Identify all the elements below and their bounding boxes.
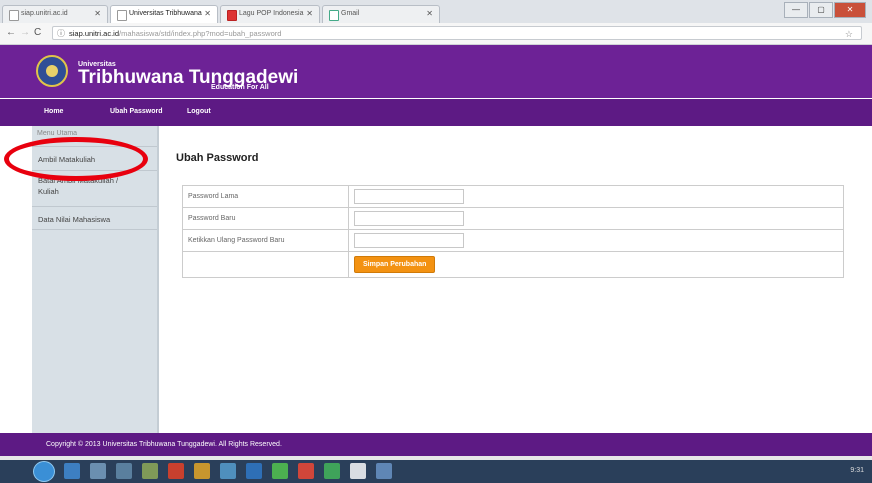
page-icon [9,10,19,21]
page-icon [117,10,127,21]
form-row: Password Baru [182,207,844,230]
form-row: Ketikkan Ulang Password Baru [182,229,844,252]
form-cell: Simpan Perubahan [348,251,844,278]
sidebar-item-data-nilai[interactable]: Data Nilai Mahasiswa [32,206,157,230]
start-button[interactable] [33,461,55,482]
site-tagline: Education For All [211,84,269,91]
taskbar-app-icon[interactable] [116,463,132,479]
tab-title: Universitas Tribhuwana [129,10,202,17]
taskbar-app-icon[interactable] [168,463,184,479]
site-footer: Copyright © 2013 Universitas Tribhuwana … [0,433,872,456]
taskbar-app-icon[interactable] [220,463,236,479]
reload-icon[interactable]: C [34,27,41,38]
close-icon[interactable]: ✕ [426,9,433,18]
browser-tab-3[interactable]: Lagu POP Indonesia ✕ [220,5,320,23]
taskbar-app-icon[interactable] [324,463,340,479]
sidebar-item-label: Data Nilai Mahasiswa [38,215,111,224]
close-window-button[interactable]: ✕ [834,2,866,18]
form-row: Simpan Perubahan [182,251,844,278]
new-password-label: Password Baru [182,207,349,230]
new-password-input[interactable] [354,211,464,226]
tab-title: Lagu POP Indonesia [239,10,304,17]
sidebar-title: Menu Utama [37,130,78,137]
copyright-text: Copyright © 2013 Universitas Tribhuwana … [46,441,282,448]
windows-taskbar: 9:31 [0,460,872,483]
chrome-icon[interactable] [272,463,288,479]
browser-tab-bar: siap.unitri.ac.id ✕ Universitas Tribhuwa… [0,0,872,23]
close-icon[interactable]: ✕ [204,9,211,18]
form-row: Password Lama [182,185,844,208]
taskbar-app-icon[interactable] [194,463,210,479]
change-password-form: Password Lama Password Baru Ketikkan Ula… [182,185,844,278]
close-icon[interactable]: ✕ [306,9,313,18]
url-field[interactable]: ⓘ siap.unitri.ac.id/mahasiswa/std/index.… [52,26,862,40]
page-title: Ubah Password [176,152,259,164]
minimize-button[interactable]: — [784,2,808,18]
system-clock[interactable]: 9:31 [850,467,864,474]
browser-tab-4[interactable]: Gmail ✕ [322,5,440,23]
empty-cell [182,251,349,278]
site-header: Universitas Tribhuwana Tunggadewi Educat… [0,45,872,98]
ie-icon[interactable] [64,463,80,479]
nav-ubah-password[interactable]: Ubah Password [110,108,163,115]
old-password-label: Password Lama [182,185,349,208]
url-path: /mahasiswa/std/index.php?mod=ubah_passwo… [119,29,282,38]
taskbar-app-icon[interactable] [246,463,262,479]
explorer-icon[interactable] [90,463,106,479]
form-cell [348,185,844,208]
confirm-password-input[interactable] [354,233,464,248]
close-icon[interactable]: ✕ [94,9,101,18]
taskbar-app-icon[interactable] [350,463,366,479]
url-domain: siap.unitri.ac.id [69,29,120,38]
site-nav: Home Ubah Password Logout [0,99,872,126]
red-highlight-circle [4,137,148,181]
browser-tab-2[interactable]: Universitas Tribhuwana ✕ [110,5,218,23]
tab-title: Gmail [341,10,360,17]
taskbar-app-icon[interactable] [298,463,314,479]
old-password-input[interactable] [354,189,464,204]
google-icon [329,10,339,21]
browser-tab-1[interactable]: siap.unitri.ac.id ✕ [2,5,108,23]
youtube-icon [227,10,237,21]
taskbar-app-icon[interactable] [142,463,158,479]
bookmark-star-icon[interactable]: ☆ [845,27,853,41]
forward-icon[interactable]: → [20,27,30,38]
form-cell [348,207,844,230]
nav-logout[interactable]: Logout [187,108,211,115]
back-icon[interactable]: ← [6,27,16,38]
info-icon: ⓘ [57,29,65,38]
tab-title: siap.unitri.ac.id [21,10,68,17]
confirm-password-label: Ketikkan Ulang Password Baru [182,229,349,252]
address-bar: ← → C ⓘ siap.unitri.ac.id/mahasiswa/std/… [0,23,872,45]
nav-home[interactable]: Home [44,108,63,115]
taskbar-app-icon[interactable] [376,463,392,479]
maximize-button[interactable]: ▢ [809,2,833,18]
form-cell [348,229,844,252]
window-controls: — ▢ ✕ [784,2,866,18]
university-logo [36,55,68,87]
save-changes-button[interactable]: Simpan Perubahan [354,256,436,273]
